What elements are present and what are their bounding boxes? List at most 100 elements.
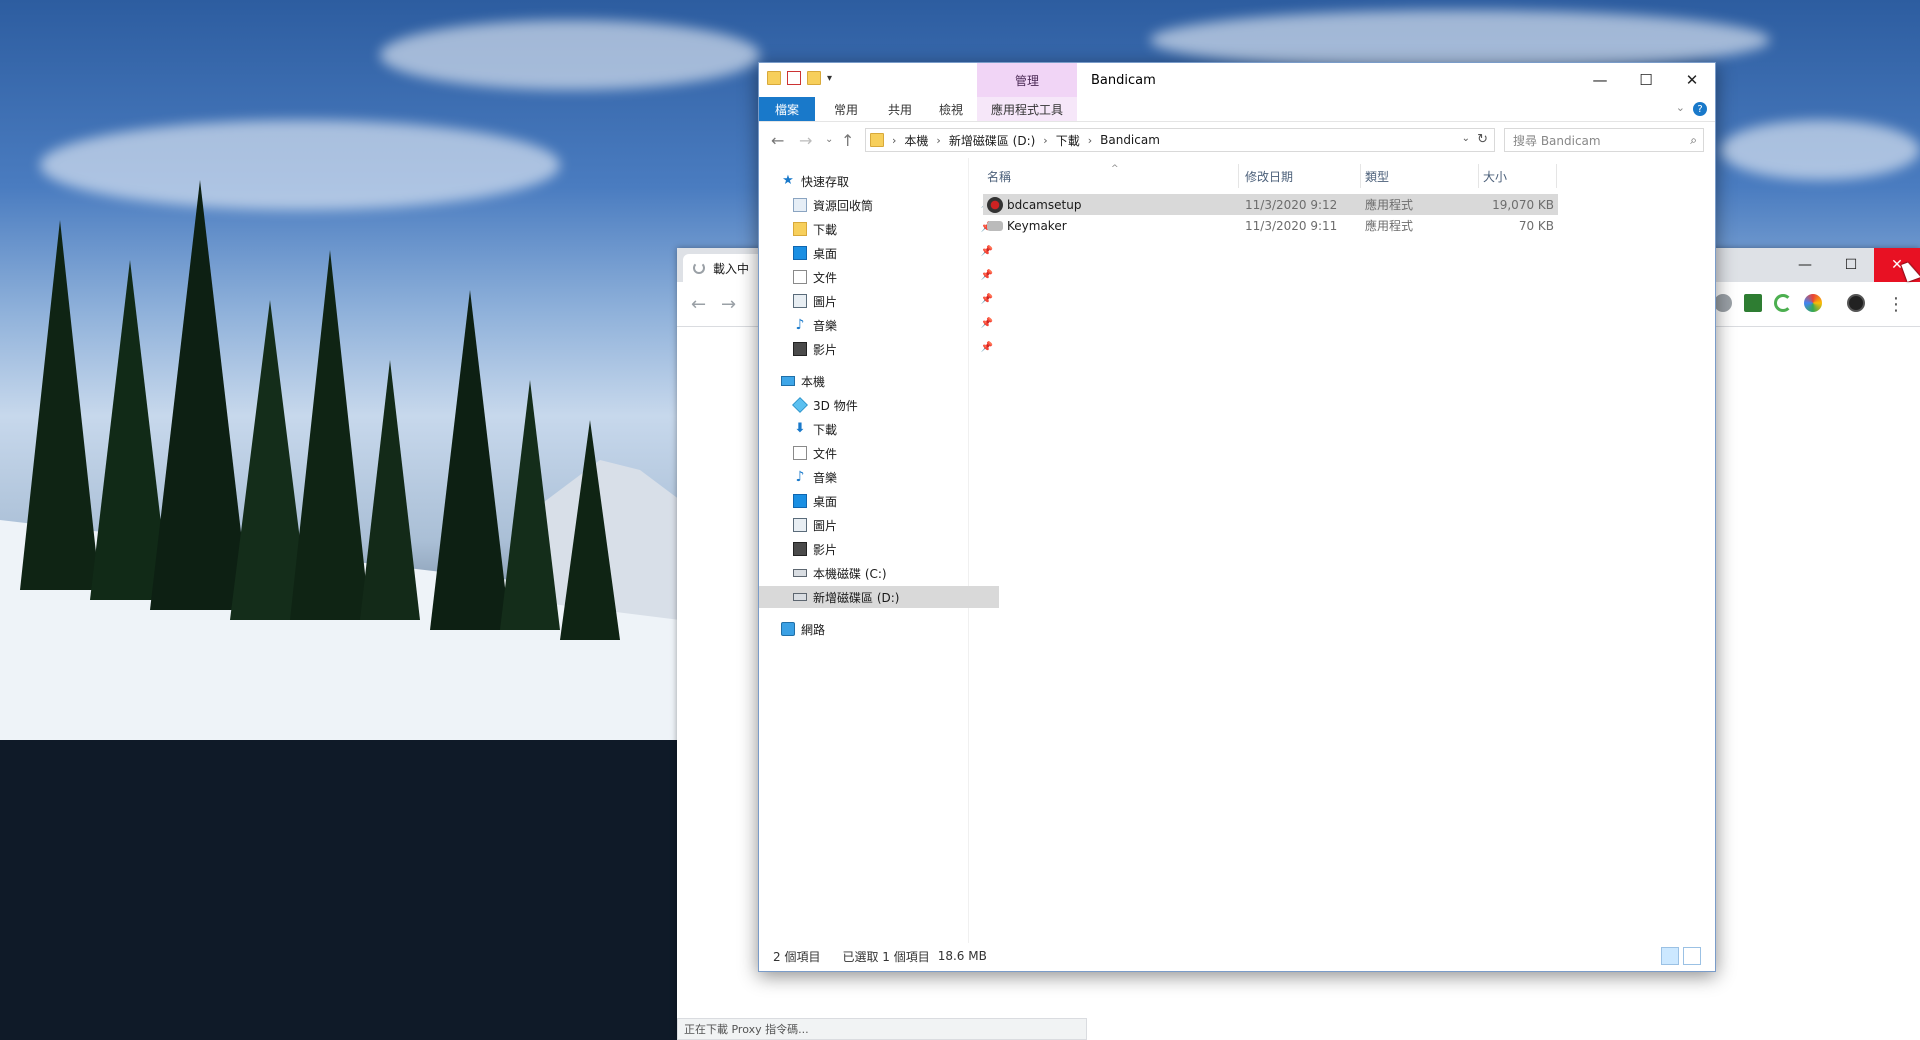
- tab-file[interactable]: 檔案: [759, 97, 815, 121]
- column-label: 修改日期: [1245, 169, 1294, 184]
- selected-count: 已選取 1 個項目: [842, 949, 930, 964]
- nav-this-pc[interactable]: 本機: [759, 370, 987, 392]
- file-name: Keymaker: [1007, 218, 1067, 233]
- forward-icon[interactable]: →: [799, 131, 812, 150]
- chevron-right-icon: ›: [1087, 133, 1093, 147]
- context-tab-manage[interactable]: 管理: [977, 63, 1077, 97]
- address-dropdown-icon[interactable]: ⌄: [1462, 133, 1470, 144]
- column-name[interactable]: 名稱 ^: [983, 164, 1239, 188]
- chevron-down-icon[interactable]: ⌄: [1676, 101, 1685, 114]
- back-icon[interactable]: ←: [691, 294, 706, 315]
- nav-pc-videos[interactable]: 影片: [759, 538, 999, 560]
- loading-spinner-icon: [693, 262, 705, 274]
- menu-dots-icon[interactable]: ⋮: [1887, 294, 1905, 315]
- maximize-button[interactable]: ☐: [1828, 248, 1874, 282]
- column-type[interactable]: 類型: [1361, 164, 1479, 188]
- tab-share[interactable]: 共用: [875, 97, 925, 121]
- extension-x-icon[interactable]: [1744, 294, 1762, 312]
- nav-label: 音樂: [813, 470, 838, 485]
- explorer-titlebar[interactable]: ▾ 管理 Bandicam — ☐ ✕: [759, 63, 1715, 97]
- cube-icon: [792, 397, 808, 413]
- nav-downloads[interactable]: 下載 📌: [759, 218, 999, 240]
- profile-avatar-icon[interactable]: [1847, 294, 1865, 312]
- folder-icon[interactable]: [767, 71, 781, 85]
- breadcrumb-this-pc[interactable]: 本機: [904, 132, 928, 149]
- nav-label: 影片: [813, 342, 838, 357]
- nav-label: 資源回收筒: [813, 198, 874, 213]
- nav-drive-c[interactable]: 本機磁碟 (C:): [759, 562, 999, 584]
- properties-icon[interactable]: [787, 71, 801, 85]
- star-icon: ★: [782, 173, 794, 188]
- new-folder-icon[interactable]: [807, 71, 821, 85]
- search-input[interactable]: 搜尋 Bandicam ⌕: [1504, 128, 1704, 152]
- file-row[interactable]: Keymaker 11/3/2020 9:11 應用程式 70 KB: [983, 215, 1558, 236]
- up-icon[interactable]: ↑: [841, 131, 854, 150]
- minimize-button[interactable]: —: [1577, 63, 1623, 97]
- tab-view[interactable]: 檢視: [929, 97, 973, 121]
- nav-label: 新增磁碟區 (D:): [813, 590, 900, 605]
- pictures-icon: [793, 518, 807, 532]
- nav-label: 文件: [813, 270, 838, 285]
- breadcrumb-downloads[interactable]: 下載: [1056, 132, 1080, 149]
- column-size[interactable]: 大小: [1479, 164, 1557, 188]
- nav-pc-pictures[interactable]: 圖片: [759, 514, 999, 536]
- desktop-icon: [793, 246, 807, 260]
- nav-videos[interactable]: 影片 📌: [759, 338, 999, 360]
- nav-music[interactable]: ♪ 音樂 📌: [759, 314, 999, 336]
- nav-label: 本機磁碟 (C:): [813, 566, 887, 581]
- nav-documents[interactable]: 文件 📌: [759, 266, 999, 288]
- nav-label: 文件: [813, 446, 838, 461]
- help-icon[interactable]: ?: [1693, 102, 1707, 116]
- large-icons-view-icon[interactable]: [1683, 947, 1701, 965]
- nav-recycle-bin[interactable]: 資源回收筒 📌: [759, 194, 999, 216]
- nav-pc-desktop[interactable]: 桌面: [759, 490, 999, 512]
- refresh-icon[interactable]: ↻: [1477, 132, 1488, 147]
- music-icon: ♪: [795, 317, 805, 333]
- minimize-button[interactable]: —: [1782, 248, 1828, 282]
- nav-quick-access[interactable]: ★ 快速存取: [759, 170, 987, 192]
- chevron-right-icon: ›: [892, 133, 897, 147]
- file-size: 70 KB: [1518, 218, 1554, 233]
- app-icon: [987, 220, 1003, 231]
- details-view-icon[interactable]: [1661, 947, 1679, 965]
- chevron-right-icon: ›: [936, 133, 941, 147]
- quick-access-toolbar: ▾: [767, 71, 832, 85]
- nav-label: 下載: [813, 422, 838, 437]
- nav-label: 3D 物件: [813, 398, 858, 413]
- extension-color-icon[interactable]: [1804, 294, 1822, 312]
- close-button[interactable]: ✕: [1669, 63, 1715, 97]
- extension-refresh-icon[interactable]: [1774, 294, 1792, 312]
- file-type: 應用程式: [1365, 219, 1414, 233]
- column-modified[interactable]: 修改日期: [1241, 164, 1361, 188]
- nav-pc-documents[interactable]: 文件: [759, 442, 999, 464]
- tab-application-tools[interactable]: 應用程式工具: [977, 97, 1077, 121]
- nav-3d-objects[interactable]: 3D 物件: [759, 394, 999, 416]
- recent-locations-icon[interactable]: ⌄: [825, 134, 833, 145]
- nav-network[interactable]: 網路: [759, 618, 987, 640]
- maximize-button[interactable]: ☐: [1623, 63, 1669, 97]
- tab-home[interactable]: 常用: [821, 97, 871, 121]
- music-icon: ♪: [795, 469, 805, 485]
- customize-qat-icon[interactable]: ▾: [827, 73, 832, 84]
- computer-icon: [781, 376, 795, 386]
- nav-pc-downloads[interactable]: ⬇ 下載: [759, 418, 999, 440]
- folder-icon: [870, 133, 884, 147]
- recycle-bin-icon: [793, 198, 807, 212]
- file-row[interactable]: bdcamsetup 11/3/2020 9:12 應用程式 19,070 KB: [983, 194, 1558, 215]
- address-bar[interactable]: › 本機 › 新增磁碟區 (D:) › 下載 › Bandicam ⌄ ↻: [865, 128, 1495, 152]
- nav-desktop[interactable]: 桌面 📌: [759, 242, 999, 264]
- extension-shield-icon[interactable]: [1714, 294, 1732, 312]
- nav-label: 圖片: [813, 518, 838, 533]
- drive-icon: [793, 569, 807, 577]
- breadcrumb-bandicam[interactable]: Bandicam: [1100, 133, 1160, 147]
- file-explorer-window[interactable]: ▾ 管理 Bandicam — ☐ ✕ 檔案 常用 共用 檢視 應用程式工具 ⌄…: [758, 62, 1716, 972]
- nav-drive-d[interactable]: 新增磁碟區 (D:): [759, 586, 999, 608]
- forward-icon[interactable]: →: [721, 294, 736, 315]
- nav-pc-music[interactable]: ♪ 音樂: [759, 466, 999, 488]
- nav-pictures[interactable]: 圖片 📌: [759, 290, 999, 312]
- nav-label: 圖片: [813, 294, 838, 309]
- address-row: ← → ⌄ ↑ › 本機 › 新增磁碟區 (D:) › 下載 › Bandica…: [759, 122, 1715, 158]
- breadcrumb-drive-d[interactable]: 新增磁碟區 (D:): [949, 132, 1035, 149]
- video-icon: [793, 542, 807, 556]
- back-icon[interactable]: ←: [771, 131, 784, 150]
